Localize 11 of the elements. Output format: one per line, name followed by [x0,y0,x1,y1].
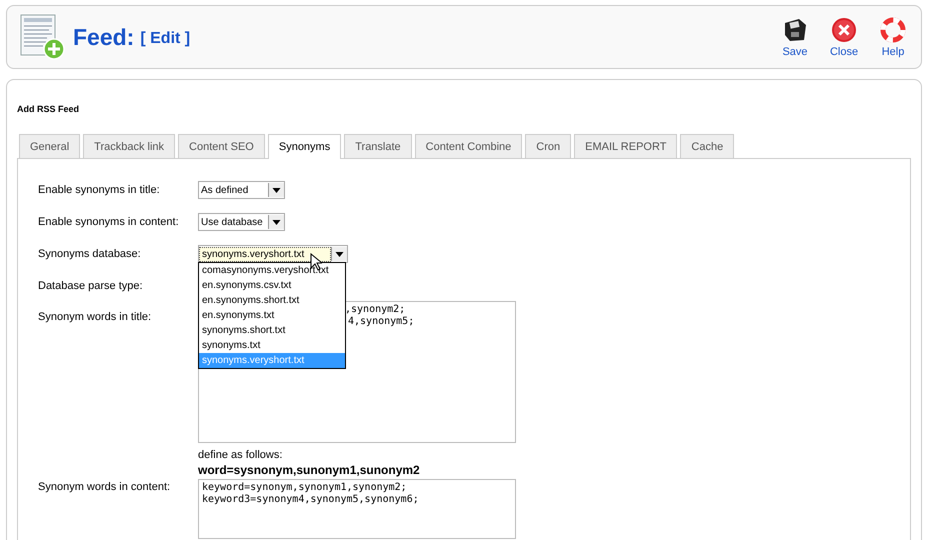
field-label: Synonym words in content: [38,481,172,493]
page-subtitle: [ Edit ] [140,30,190,48]
field-label: Enable synonyms in content: [38,216,180,228]
page-title: Feed: [73,24,134,50]
hint-example: word=sysnonym,sunonym1,sunonym2 [198,463,420,477]
field-label: Synonyms database: [38,248,142,260]
section-title: Add RSS Feed [17,104,80,114]
field-label: Enable synonyms in title: [38,184,161,196]
field-label: Database parse type: [38,280,144,292]
hint-text: define as follows: [198,449,284,461]
field-label: Synonym words in title: [38,311,152,323]
